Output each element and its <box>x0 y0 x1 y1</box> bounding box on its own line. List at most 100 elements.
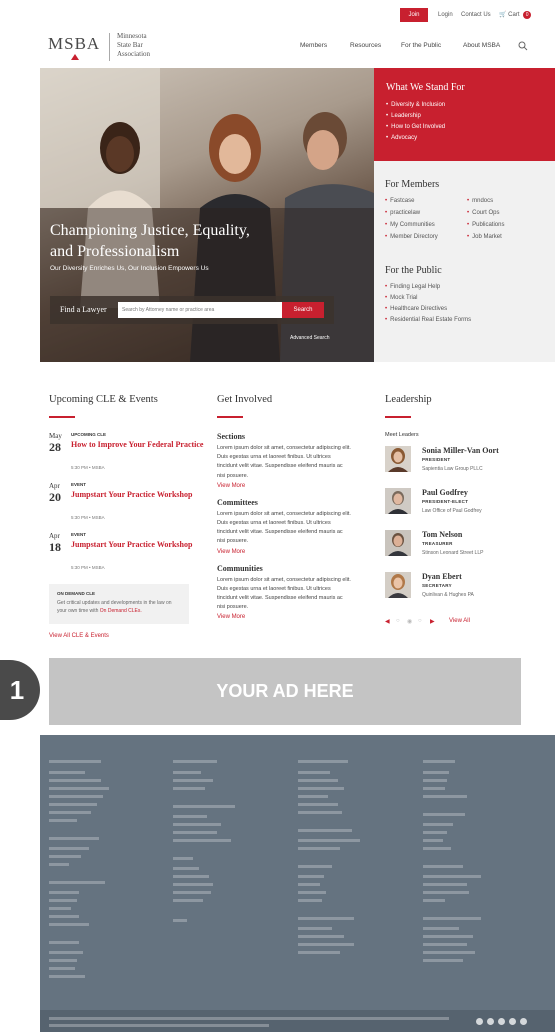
hero-banner: Championing Justice, Equality, and Profe… <box>40 68 374 362</box>
facebook-icon[interactable] <box>476 1018 483 1025</box>
leader-org: Sapientia Law Group PLLC <box>422 466 483 472</box>
leader-photo <box>385 572 411 598</box>
public-link[interactable]: Mock Trial <box>385 293 544 304</box>
prev-arrow-icon[interactable]: ◀ <box>385 618 390 625</box>
logo-triangle-icon <box>71 54 79 60</box>
cart-link[interactable]: 🛒 Cart 0 <box>499 8 532 22</box>
next-arrow-icon[interactable]: ▶ <box>430 618 435 625</box>
twitter-icon[interactable] <box>487 1018 494 1025</box>
hero-title-line: and Professionalism <box>50 243 180 260</box>
ad-placeholder[interactable]: YOUR AD HERE <box>49 658 521 725</box>
event-item[interactable]: May 28 UPCOMING CLE How to Improve Your … <box>49 432 203 482</box>
contact-link[interactable]: Contact Us <box>461 8 491 22</box>
event-tag: EVENT <box>71 532 87 537</box>
members-link[interactable]: Job Market <box>467 232 547 243</box>
public-link[interactable]: Finding Legal Help <box>385 282 544 293</box>
public-title: For the Public <box>385 265 442 276</box>
involved-heading: Sections <box>217 432 245 441</box>
leader-org: Quinlivan & Hughes PA <box>422 592 474 598</box>
members-link[interactable]: Fastcase <box>385 196 467 207</box>
leader-org: Law Office of Paul Godfrey <box>422 508 482 514</box>
hero-subtitle: Our Diversity Enriches Us, Our Inclusion… <box>50 265 209 272</box>
nav-for-the-public[interactable]: For the Public <box>401 42 441 49</box>
cart-count-badge: 0 <box>523 11 532 19</box>
leader-card[interactable]: Dyan Ebert SECRETARY Quinlivan & Hughes … <box>385 572 525 614</box>
youtube-icon[interactable] <box>520 1018 527 1025</box>
members-title: For Members <box>385 179 440 190</box>
meet-leaders-label: Meet Leaders <box>385 432 419 438</box>
find-lawyer-label: Find a Lawyer <box>60 305 107 314</box>
logo-divider <box>109 33 110 61</box>
event-month: May <box>49 432 62 440</box>
leader-photo <box>385 530 411 556</box>
ad-slot-number: 1 <box>0 660 40 720</box>
event-title[interactable]: How to Improve Your Federal Practice <box>71 440 211 450</box>
stand-item[interactable]: Diversity & Inclusion <box>386 100 543 111</box>
pager-dot-icon[interactable]: ○ <box>418 618 422 624</box>
footer-legal-text <box>49 1017 449 1020</box>
event-title[interactable]: Jumpstart Your Practice Workshop <box>71 490 211 500</box>
join-button[interactable]: Join <box>400 8 428 22</box>
view-more-link[interactable]: View More <box>217 483 362 489</box>
event-title[interactable]: Jumpstart Your Practice Workshop <box>71 540 211 550</box>
stand-item[interactable]: Advocacy <box>386 133 543 144</box>
involved-item: Committees Lorem ipsum dolor sit amet, c… <box>217 498 362 555</box>
msba-logo[interactable]: MSBA <box>48 34 100 54</box>
on-demand-title: ON DEMAND CLE <box>57 591 95 596</box>
event-tag: UPCOMING CLE <box>71 432 107 437</box>
leader-name: Sonia Miller-Van Oort <box>422 446 499 455</box>
members-link[interactable]: mndocs <box>467 196 547 207</box>
involved-title: Get Involved <box>217 394 273 405</box>
leader-photo <box>385 488 411 514</box>
what-we-stand-for-panel: What We Stand For Diversity & Inclusion … <box>374 68 555 161</box>
leaders-pager: ◀ ○ ◉ ○ ▶ View All <box>385 618 525 630</box>
leadership-rule <box>385 416 411 418</box>
involved-item: Communities Lorem ipsum dolor sit amet, … <box>217 564 362 621</box>
stand-title: What We Stand For <box>386 82 465 93</box>
find-lawyer-input[interactable] <box>118 302 282 318</box>
advanced-search-link[interactable]: Advanced Search <box>290 335 329 341</box>
event-item[interactable]: Apr 20 EVENT Jumpstart Your Practice Wor… <box>49 482 199 532</box>
nav-resources[interactable]: Resources <box>350 42 381 49</box>
instagram-icon[interactable] <box>509 1018 516 1025</box>
members-link[interactable]: Member Directory <box>385 232 467 243</box>
search-icon[interactable] <box>518 41 528 51</box>
leader-card[interactable]: Tom Nelson TREASURER Stinson Leonard Str… <box>385 530 525 572</box>
public-link[interactable]: Residential Real Estate Forms <box>385 315 544 326</box>
view-more-link[interactable]: View More <box>217 549 362 555</box>
members-link[interactable]: Court Ops <box>467 208 547 219</box>
events-column: Upcoming CLE & Events May 28 UPCOMING CL… <box>49 394 203 639</box>
leader-name: Dyan Ebert <box>422 572 462 581</box>
stand-item[interactable]: Leadership <box>386 111 543 122</box>
pager-dot-icon[interactable]: ◉ <box>407 618 412 625</box>
leader-role: TREASURER <box>422 541 453 546</box>
footer-bottom-bar <box>40 1010 555 1032</box>
view-more-link[interactable]: View More <box>217 614 362 620</box>
cart-label: Cart <box>508 12 520 18</box>
public-link[interactable]: Healthcare Directives <box>385 304 544 315</box>
events-title: Upcoming CLE & Events <box>49 394 158 405</box>
leader-card[interactable]: Paul Godfrey PRESIDENT-ELECT Law Office … <box>385 488 525 530</box>
event-day: 20 <box>49 490 61 504</box>
view-all-leaders-link[interactable]: View All <box>449 618 470 624</box>
on-demand-link[interactable]: On Demand CLEs. <box>100 608 142 614</box>
login-link[interactable]: Login <box>438 8 453 22</box>
members-link[interactable]: Publications <box>467 220 547 231</box>
nav-about-msba[interactable]: About MSBA <box>463 42 500 49</box>
stand-item[interactable]: How to Get Involved <box>386 122 543 133</box>
quick-links-panel: For Members Fastcase mndocs practicelaw … <box>374 161 555 362</box>
leader-name: Paul Godfrey <box>422 488 468 497</box>
event-month: Apr <box>49 482 60 490</box>
view-all-events-link[interactable]: View All CLE & Events <box>49 633 199 639</box>
linkedin-icon[interactable] <box>498 1018 505 1025</box>
footer-legal-text <box>49 1024 269 1027</box>
members-link[interactable]: My Communities <box>385 220 467 231</box>
members-link[interactable]: practicelaw <box>385 208 467 219</box>
involved-body: Lorem ipsum dolor sit amet, consectetur … <box>217 445 351 479</box>
search-button[interactable]: Search <box>282 302 324 318</box>
nav-members[interactable]: Members <box>300 42 327 49</box>
pager-dot-icon[interactable]: ○ <box>396 618 400 624</box>
leader-card[interactable]: Sonia Miller-Van Oort PRESIDENT Sapienti… <box>385 446 525 488</box>
on-demand-cle-box: ON DEMAND CLE Get critical updates and d… <box>49 584 189 624</box>
event-item[interactable]: Apr 18 EVENT Jumpstart Your Practice Wor… <box>49 532 199 582</box>
